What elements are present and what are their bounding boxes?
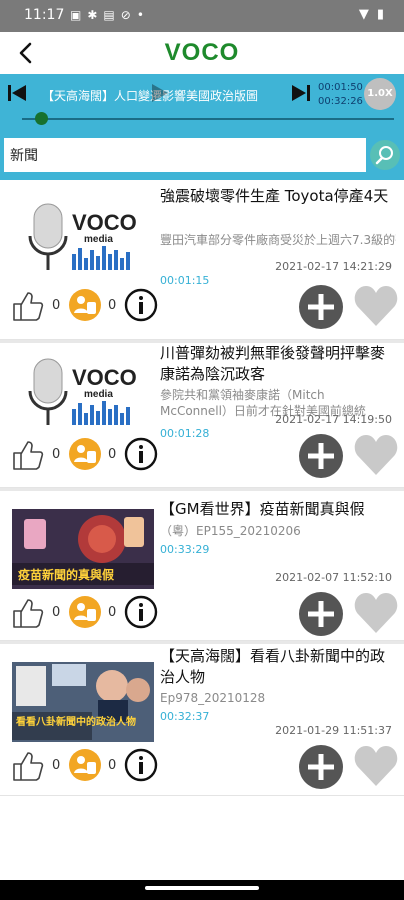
play-button[interactable]: [148, 82, 170, 110]
item-title[interactable]: 川普彈劾被判無罪後發聲明抨擊麥康諾為陰沉政客: [160, 343, 396, 385]
search-button[interactable]: [370, 140, 400, 170]
status-time: 11:17: [24, 7, 65, 23]
item-duration: 00:33:29: [160, 543, 210, 556]
voco-logo: VOCO media: [28, 203, 137, 270]
now-playing-title: 【天高海闊】人口變遷影響美國政治版圖: [42, 89, 259, 103]
item-date: 2021-02-07 11:52:10: [275, 571, 392, 584]
item-title[interactable]: 【GM看世界】疫苗新聞真與假: [160, 499, 396, 520]
settings-icon: ✱: [87, 8, 98, 22]
list-item[interactable]: 看看八卦新聞中的政治人物 【天高海闊】看看八卦新聞中的政治人物 Ep978_20…: [0, 644, 404, 796]
thumb-caption: 看看八卦新聞中的政治人物: [16, 715, 136, 728]
wifi-icon: ▼: [358, 7, 369, 22]
item-actions: 0 0: [10, 589, 404, 639]
like-count: 0: [52, 298, 61, 313]
add-to-playlist-icon[interactable]: [298, 433, 344, 479]
thumbnail: 疫苗新聞的真與假: [12, 509, 154, 589]
thumbs-up-icon[interactable]: [10, 437, 46, 473]
battery-icon: ▮: [376, 7, 384, 22]
system-nav-bar: [0, 880, 404, 900]
add-to-playlist-icon[interactable]: [298, 744, 344, 790]
item-actions: 0 0: [10, 742, 404, 792]
favorite-heart-icon[interactable]: [352, 589, 400, 637]
playback-speed-button[interactable]: 1.0X: [364, 78, 396, 110]
share-icon[interactable]: [68, 595, 102, 629]
thumbs-up-icon[interactable]: [10, 288, 46, 324]
play-icon: [152, 84, 168, 102]
item-description: （粵）EP155_20210206: [160, 524, 301, 538]
favorite-heart-icon[interactable]: [352, 742, 400, 790]
info-icon[interactable]: [124, 748, 158, 782]
like-count: 0: [52, 605, 61, 620]
like-count: 0: [52, 758, 61, 773]
sim-icon: ▤: [103, 8, 115, 22]
voco-logo: VOCO media: [28, 358, 137, 425]
seek-bar[interactable]: [22, 118, 394, 120]
item-actions: 0 0: [10, 282, 404, 332]
list-item[interactable]: 疫苗新聞的真與假 【GM看世界】疫苗新聞真與假 （粵）EP155_2021020…: [0, 491, 404, 641]
skip-previous-icon: [8, 85, 26, 101]
item-description: 豐田汽車部分零件廠商受災於上週六7.3級的強震，將在17日至20日之間停: [160, 233, 396, 247]
thumb-logo-text: VOCO: [72, 210, 137, 235]
search-input[interactable]: [4, 138, 366, 172]
notification-icons: ▣ ✱ ▤ ⊘ •: [70, 8, 144, 22]
item-duration: 00:32:37: [160, 710, 210, 723]
total-time: 00:32:26: [318, 96, 363, 107]
seek-handle[interactable]: [34, 112, 48, 125]
share-count: 0: [108, 605, 117, 620]
block-icon: ⊘: [120, 8, 131, 22]
thumb-caption: 疫苗新聞的真與假: [18, 567, 115, 582]
item-title[interactable]: 【天高海闊】看看八卦新聞中的政治人物: [160, 646, 396, 688]
dot-icon: •: [136, 8, 144, 22]
app-title: VOCO: [164, 39, 240, 66]
share-icon[interactable]: [68, 748, 102, 782]
next-button[interactable]: [290, 82, 312, 109]
thumbs-up-icon[interactable]: [10, 595, 46, 631]
previous-button[interactable]: [6, 82, 28, 109]
item-title[interactable]: 強震破壞零件生產 Toyota停產4天: [160, 186, 396, 207]
info-icon[interactable]: [124, 288, 158, 322]
elapsed-time: 00:01:50: [318, 82, 363, 93]
politics-thumbnail-image: 看看八卦新聞中的政治人物: [12, 662, 154, 742]
home-gesture-handle[interactable]: [145, 886, 259, 890]
list-item[interactable]: VOCO media 川普彈劾被判無罪後發聲明抨擊麥康諾為陰沉政客 參院共和黨領…: [0, 343, 404, 488]
add-to-playlist-icon[interactable]: [298, 284, 344, 330]
item-actions: 0 0: [10, 431, 404, 481]
item-date: 2021-02-17 14:21:29: [275, 260, 392, 273]
favorite-heart-icon[interactable]: [352, 282, 400, 330]
like-count: 0: [52, 447, 61, 462]
item-date: 2021-01-29 11:51:37: [275, 724, 392, 737]
thumb-logo-sub: media: [84, 234, 113, 245]
share-icon[interactable]: [68, 288, 102, 322]
info-icon[interactable]: [124, 595, 158, 629]
info-icon[interactable]: [124, 437, 158, 471]
thumbs-up-icon[interactable]: [10, 748, 46, 784]
thumbnail: VOCO media: [12, 198, 154, 278]
thumbnail: 看看八卦新聞中的政治人物: [12, 662, 154, 742]
list-item[interactable]: VOCO media 強震破壞零件生產 Toyota停產4天 豐田汽車部分零件廠…: [0, 180, 404, 340]
share-count: 0: [108, 447, 117, 462]
audio-player: 【天高海闊】人口變遷影響美國政治版圖 00:01:50 00:32:26 1.0…: [0, 74, 404, 132]
system-icons: ▼ ▮: [359, 7, 384, 22]
thumbnail: VOCO media: [12, 353, 154, 433]
app-bar: VOCO: [0, 32, 404, 74]
item-description: Ep978_20210128: [160, 691, 266, 705]
search-icon: [375, 146, 393, 165]
item-date: 2021-02-17 14:19:50: [275, 413, 392, 426]
add-to-playlist-icon[interactable]: [298, 591, 344, 637]
skip-next-icon: [292, 85, 310, 101]
share-count: 0: [108, 298, 117, 313]
notification-icon: ▣: [70, 8, 82, 22]
status-bar: 11:17 ▣ ✱ ▤ ⊘ • ▼ ▮: [0, 0, 404, 32]
share-count: 0: [108, 758, 117, 773]
thumb-logo-text: VOCO: [72, 365, 137, 390]
thumb-logo-sub: media: [84, 389, 113, 400]
favorite-heart-icon[interactable]: [352, 431, 400, 479]
vaccine-thumbnail-image: 疫苗新聞的真與假: [12, 509, 154, 589]
results-list: VOCO media 強震破壞零件生產 Toyota停產4天 豐田汽車部分零件廠…: [0, 180, 404, 880]
share-icon[interactable]: [68, 437, 102, 471]
search-bar: [0, 132, 404, 180]
